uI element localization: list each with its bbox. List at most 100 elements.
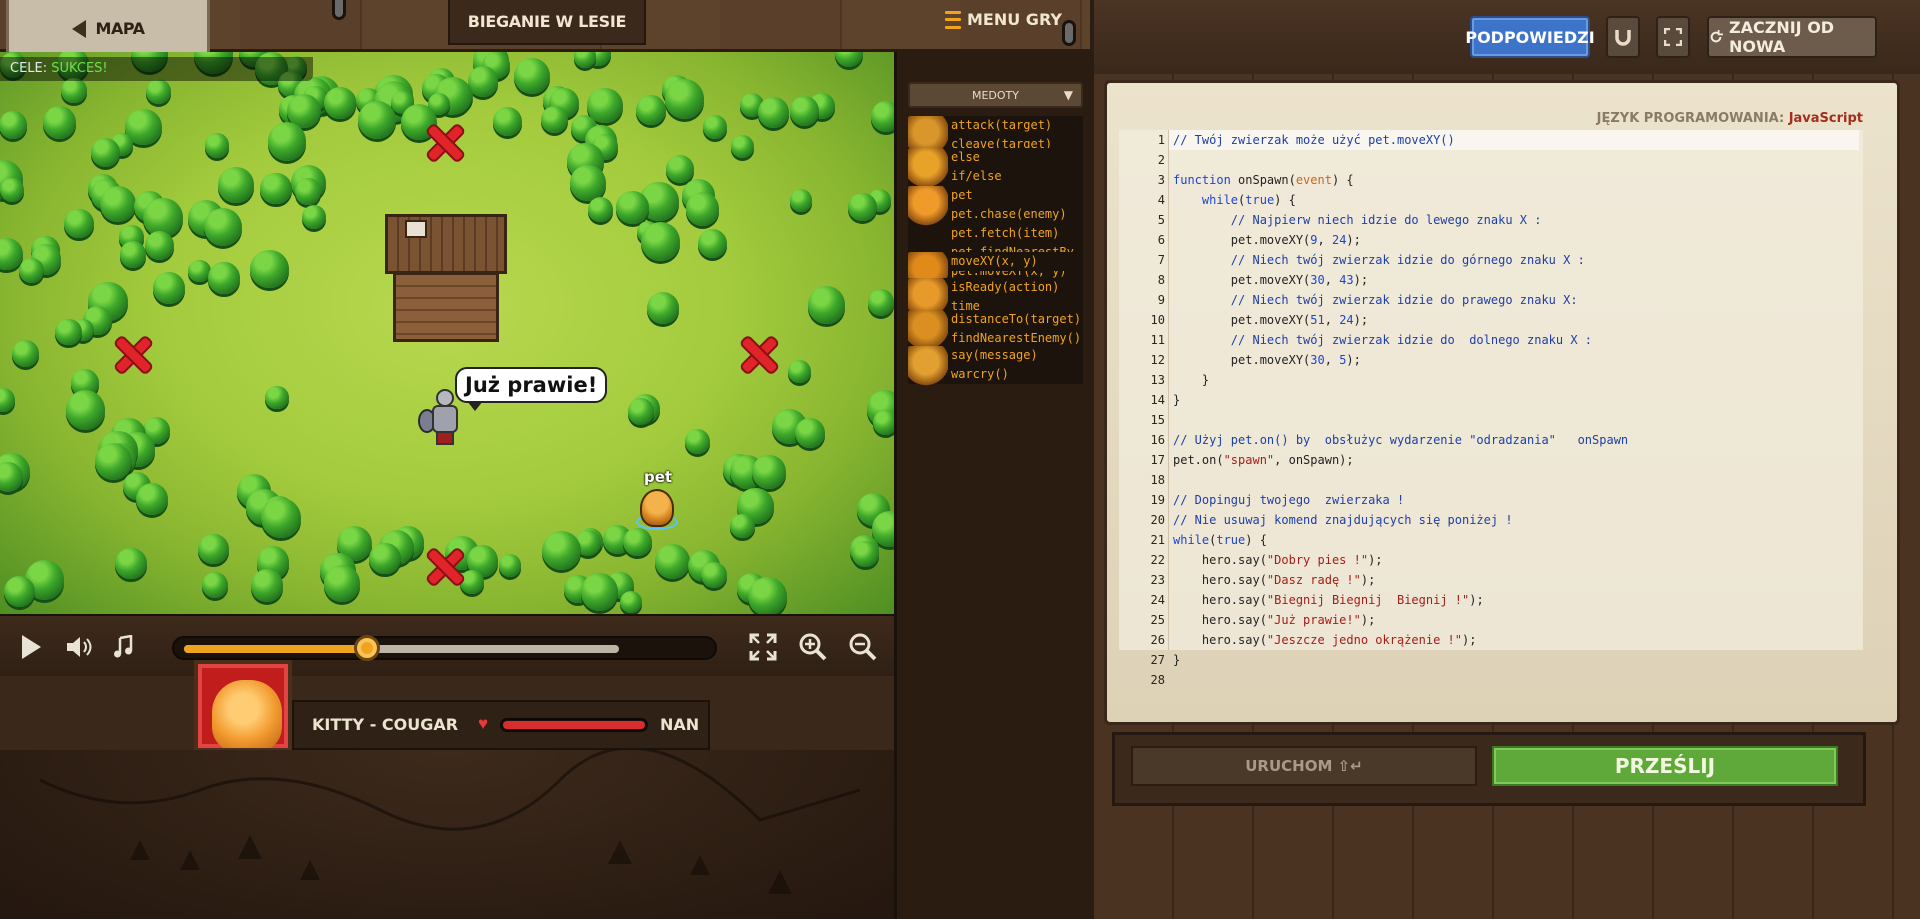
volume-button[interactable]: [62, 632, 96, 662]
restart-label: ZACZNIJ OD NOWA: [1729, 18, 1835, 56]
palette-item[interactable]: moveXY(x, y): [951, 252, 1083, 271]
playback-scrubber[interactable]: [172, 635, 717, 661]
code-line[interactable]: pet.moveXY(51, 24);: [1173, 310, 1368, 330]
book-icon: [908, 148, 948, 188]
line-number: 20: [1150, 513, 1165, 527]
code-line[interactable]: // Niech twój zwierzak idzie do górnego …: [1173, 250, 1585, 270]
x-marker-top: [424, 122, 466, 164]
code-line[interactable]: }: [1173, 390, 1180, 410]
line-number: 3: [1157, 173, 1165, 187]
line-number: 13: [1150, 373, 1165, 387]
palette-item[interactable]: if/else: [951, 167, 1083, 186]
x-marker-right: [738, 334, 780, 376]
line-number: 6: [1157, 233, 1165, 247]
cougar-pet: [640, 489, 674, 527]
line-number: 26: [1150, 633, 1165, 647]
line-number: 16: [1150, 433, 1165, 447]
restart-icon: [1710, 30, 1723, 43]
code-line[interactable]: hero.say("Dasz radę !");: [1173, 570, 1375, 590]
run-button[interactable]: URUCHOM ⇧↵: [1131, 746, 1477, 786]
code-line[interactable]: }: [1173, 650, 1180, 670]
line-number: 17: [1150, 453, 1165, 467]
magnet-button[interactable]: [1606, 16, 1640, 58]
line-number: 4: [1157, 193, 1165, 207]
wooden-cabin: [385, 214, 507, 344]
language-name: JavaScript: [1788, 111, 1863, 126]
palette-item[interactable]: distanceTo(target): [951, 310, 1083, 329]
play-button[interactable]: [14, 632, 48, 662]
spell-palette: MEDOTY ▼ attack(target) cleave(target) els…: [894, 52, 1094, 919]
code-line[interactable]: // Twój zwierzak może użyć pet.moveXY(): [1173, 130, 1455, 150]
restart-button[interactable]: ZACZNIJ OD NOWA: [1707, 16, 1877, 58]
code-line[interactable]: // Dopinguj twojego zwierzaka !: [1173, 490, 1404, 510]
fullscreen-icon[interactable]: [748, 632, 778, 662]
glasses-icon: [908, 310, 948, 350]
map-label: MAPA: [95, 19, 145, 38]
expand-icon: [1664, 28, 1682, 46]
chain-decoration: [1062, 20, 1076, 46]
code-line[interactable]: hero.say("Jeszcze jedno okrążenie !");: [1173, 630, 1477, 650]
line-number: 15: [1150, 413, 1165, 427]
palette-item[interactable]: say(message): [951, 346, 1083, 365]
code-line[interactable]: // Nie usuwaj komend znajdujących się po…: [1173, 510, 1513, 530]
code-line[interactable]: // Niech twój zwierzak idzie do dolnego …: [1173, 330, 1592, 350]
hero-icon: [908, 346, 948, 386]
language-prefix: JĘZYK PROGRAMOWANIA:: [1596, 111, 1785, 126]
code-line[interactable]: while(true) {: [1173, 530, 1267, 550]
health-value: NAN: [660, 715, 700, 734]
palette-item[interactable]: pet.fetch(item): [951, 224, 1083, 243]
goals-bar[interactable]: CELE: SUKCES!: [0, 57, 313, 81]
scrubber-handle[interactable]: [353, 635, 380, 661]
submit-button[interactable]: PRZEŚLIJ: [1492, 746, 1838, 786]
health-bar-fill: [503, 721, 645, 729]
cat-icon: [908, 186, 948, 226]
palette-item[interactable]: warcry(): [951, 365, 1083, 384]
game-canvas[interactable]: Już prawie! pet: [0, 52, 894, 614]
music-button[interactable]: [106, 632, 140, 662]
code-line[interactable]: pet.on("spawn", onSpawn);: [1173, 450, 1354, 470]
map-button[interactable]: MAPA: [6, 0, 210, 60]
code-line[interactable]: while(true) {: [1173, 190, 1296, 210]
line-number: 18: [1150, 473, 1165, 487]
language-indicator[interactable]: JĘZYK PROGRAMOWANIA: JavaScript: [1597, 111, 1863, 126]
code-line[interactable]: function onSpawn(event) {: [1173, 170, 1354, 190]
backdrop-ground: [0, 750, 894, 919]
code-line[interactable]: // Najpierw niech idzie do lewego znaku …: [1173, 210, 1542, 230]
x-marker-left: [112, 334, 154, 376]
line-number: 27: [1150, 653, 1165, 667]
line-number: 23: [1150, 573, 1165, 587]
code-line[interactable]: pet.moveXY(9, 24);: [1173, 230, 1361, 250]
code-editor[interactable]: 1 2 3 4 5 6 7 8 9 10 11 12 13 14 15 16 17 18 19 20 21 22 23 24 2…: [1119, 130, 1863, 687]
hints-button[interactable]: PODPOWIEDZI: [1465, 16, 1595, 58]
code-line[interactable]: hero.say("Dobry pies !");: [1173, 550, 1383, 570]
code-line[interactable]: }: [1173, 370, 1209, 390]
palette-group: moveXY(x, y): [908, 252, 1083, 292]
line-number: 7: [1157, 253, 1165, 267]
palette-title: MEDOTY: [971, 88, 1019, 102]
speaker-icon: [67, 637, 92, 657]
line-number: 9: [1157, 293, 1165, 307]
palette-item[interactable]: pet.chase(enemy): [951, 205, 1083, 224]
zoom-out-icon[interactable]: [848, 632, 878, 662]
line-number: 8: [1157, 273, 1165, 287]
line-number: 24: [1150, 593, 1165, 607]
palette-header[interactable]: MEDOTY ▼: [908, 82, 1083, 108]
palette-item[interactable]: isReady(action): [951, 278, 1083, 297]
game-menu-button[interactable]: MENU GRY: [945, 10, 1062, 29]
palette-item[interactable]: else: [951, 148, 1083, 167]
play-icon: [21, 635, 41, 659]
code-line[interactable]: // Użyj pet.on() by obsłużyc wydarzenie …: [1173, 430, 1628, 450]
menu-label: MENU GRY: [967, 10, 1062, 29]
code-line[interactable]: // Niech twój zwierzak idzie do prawego …: [1173, 290, 1578, 310]
line-number: 22: [1150, 553, 1165, 567]
code-line[interactable]: hero.say("Już prawie!");: [1173, 610, 1375, 630]
palette-item[interactable]: attack(target): [951, 116, 1083, 135]
cougar-face-icon: [212, 680, 282, 748]
code-line[interactable]: pet.moveXY(30, 5);: [1173, 350, 1361, 370]
pet-portrait[interactable]: [194, 660, 292, 752]
code-line[interactable]: hero.say("Biegnij Biegnij Biegnij !");: [1173, 590, 1484, 610]
fullscreen-editor-button[interactable]: [1656, 16, 1690, 58]
zoom-in-icon[interactable]: [798, 632, 828, 662]
palette-item[interactable]: pet: [951, 186, 1083, 205]
code-line[interactable]: pet.moveXY(30, 43);: [1173, 270, 1368, 290]
